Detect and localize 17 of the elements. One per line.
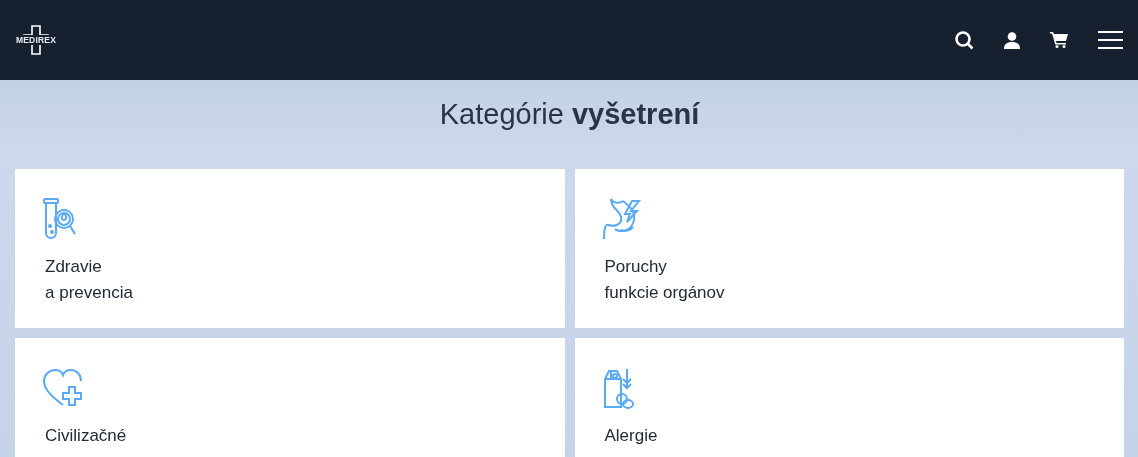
category-label: Poruchy funkcie orgánov [604,256,725,304]
section-title: Kategórie vyšetrení [438,98,701,131]
heart-plus-icon [43,369,85,407]
category-label: Zdravie a prevencia [45,256,133,304]
category-card[interactable]: Zdravie a prevencia [15,169,565,328]
user-icon[interactable] [1004,31,1020,49]
search-icon[interactable] [955,30,974,50]
test-tube-magnifier-icon [43,198,77,240]
milk-wheat-icon [602,367,635,409]
category-label: Civilizačné [45,425,127,447]
cart-icon[interactable] [1050,32,1068,48]
menu-icon[interactable] [1098,31,1123,49]
category-card[interactable]: Alergie [574,338,1124,457]
category-card[interactable]: Civilizačné [15,338,565,457]
category-card[interactable]: Poruchy funkcie orgánov [574,169,1124,328]
stomach-lightning-icon [602,198,643,240]
category-label: Alergie [604,425,658,447]
